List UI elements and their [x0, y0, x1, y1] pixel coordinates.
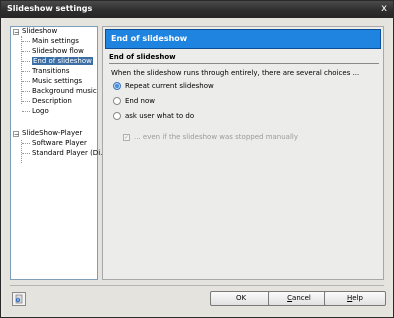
section-divider — [109, 63, 379, 64]
option-ask-user[interactable]: ask user what to do — [113, 112, 194, 120]
option-label: Repeat current slideshow — [125, 82, 214, 90]
tree-connector — [22, 81, 30, 82]
tree-connector — [22, 51, 30, 52]
tree-connector — [22, 41, 30, 42]
even-if-stopped-checkbox-row[interactable]: ✓ ... even if the slideshow was stopped … — [123, 133, 298, 141]
footer-divider — [10, 285, 384, 286]
radio-button[interactable] — [113, 112, 121, 120]
tree-connector — [22, 111, 30, 112]
ok-button[interactable]: OK — [210, 291, 272, 306]
tree-item-logo[interactable]: Logo — [32, 107, 49, 116]
tree-item-end-of-slideshow[interactable]: End of slideshow — [32, 57, 93, 66]
tree-connector — [22, 91, 30, 92]
tree-item-standard-player[interactable]: Standard Player (Di... — [32, 149, 107, 158]
tree-connector — [21, 36, 22, 104]
settings-panel: End of slideshow End of slideshow When t… — [102, 26, 384, 280]
tree-connector — [22, 101, 30, 102]
collapse-icon[interactable]: − — [13, 131, 19, 138]
tree-item-slideshow[interactable]: Slideshow — [22, 27, 57, 36]
help-label-post: elp — [352, 294, 363, 302]
tree-item-slideshow-flow[interactable]: Slideshow flow — [32, 47, 84, 56]
checkbox-label: ... even if the slideshow was stopped ma… — [134, 133, 298, 141]
cancel-label-post: ancel — [292, 294, 311, 302]
tree-item-transitions[interactable]: Transitions — [32, 67, 70, 76]
tree-item-main-settings[interactable]: Main settings — [32, 37, 79, 46]
option-end-now[interactable]: End now — [113, 97, 155, 105]
settings-tree[interactable]: − Slideshow Main settings Slideshow flow… — [10, 26, 107, 280]
info-icon — [15, 294, 23, 304]
ok-label: OK — [235, 294, 247, 302]
info-button[interactable] — [12, 292, 26, 306]
help-button[interactable]: Help — [324, 291, 386, 306]
close-icon[interactable]: x — [381, 3, 387, 14]
tree-connector — [22, 143, 30, 144]
intro-text: When the slideshow runs through entirely… — [111, 69, 360, 77]
tree-item-music-settings[interactable]: Music settings — [32, 77, 82, 86]
tree-item-background-music[interactable]: Background music — [32, 87, 97, 96]
title-bar: Slideshow settings x — [1, 1, 393, 18]
tree-item-description[interactable]: Description — [32, 97, 72, 106]
settings-dialog: Slideshow settings x − Slideshow Main se… — [0, 0, 394, 318]
option-label: End now — [125, 97, 155, 105]
radio-button[interactable] — [113, 97, 121, 105]
cancel-button[interactable]: Cancel — [268, 291, 330, 306]
radio-button[interactable] — [113, 82, 121, 90]
dialog-body: − Slideshow Main settings Slideshow flow… — [4, 18, 390, 316]
tree-item-slideshow-player[interactable]: SlideShow-Player — [22, 129, 82, 138]
tree-connector — [22, 153, 30, 154]
tree-connector — [22, 71, 30, 72]
tree-item-software-player[interactable]: Software Player — [32, 139, 87, 148]
tree-connector — [22, 61, 30, 62]
section-title: End of slideshow — [109, 53, 176, 61]
checkbox[interactable]: ✓ — [123, 133, 130, 141]
option-repeat[interactable]: Repeat current slideshow — [113, 82, 214, 90]
panel-header: End of slideshow — [105, 29, 381, 49]
option-label: ask user what to do — [125, 112, 195, 120]
window-title: Slideshow settings — [7, 4, 93, 13]
collapse-icon[interactable]: − — [13, 29, 19, 36]
